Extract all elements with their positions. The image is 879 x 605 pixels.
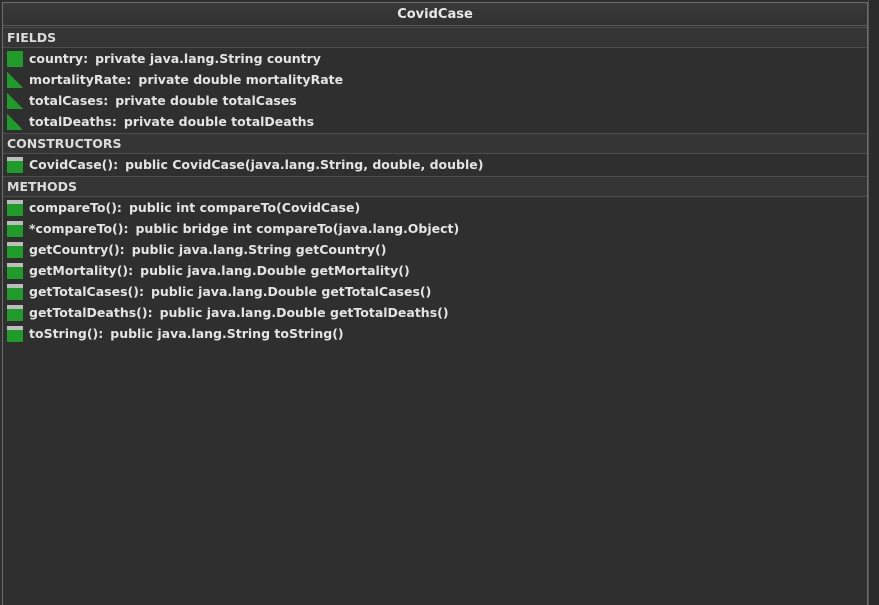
method-row-getTotalDeaths[interactable]: getTotalDeaths(): public java.lang.Doubl… [3,302,867,323]
method-row-compareTo[interactable]: compareTo(): public int compareTo(CovidC… [3,197,867,218]
method-row-getMortality[interactable]: getMortality(): public java.lang.Double … [3,260,867,281]
window-edge-gutter [868,0,879,605]
member-name: getCountry(): [29,242,125,257]
section-header-methods: METHODS [3,176,867,197]
member-name: mortalityRate: [29,72,132,87]
method-icon [7,220,23,237]
method-icon [7,199,23,216]
member-name: getTotalCases(): [29,284,144,299]
member-name: totalCases: [29,93,109,108]
member-signature: public java.lang.Double getTotalDeaths() [159,305,449,320]
field-row-totalCases[interactable]: totalCases: private double totalCases [3,90,867,111]
member-name: *compareTo(): [29,221,129,236]
constructor-row-CovidCase[interactable]: CovidCase(): public CovidCase(java.lang.… [3,154,867,175]
method-row-toString[interactable]: toString(): public java.lang.String toSt… [3,323,867,344]
class-inspector-window: CovidCase FIELDS country: private java.l… [2,2,868,605]
method-icon [7,283,23,300]
method-icon [7,304,23,321]
method-icon [7,262,23,279]
private-field-icon [7,71,23,88]
member-name: toString(): [29,326,104,341]
field-row-mortalityRate[interactable]: mortalityRate: private double mortalityR… [3,69,867,90]
member-name: compareTo(): [29,200,122,215]
method-icon [7,241,23,258]
member-name: totalDeaths: [29,114,117,129]
member-name: country: [29,51,89,66]
member-signature: public java.lang.Double getMortality() [140,263,410,278]
member-name: getMortality(): [29,263,134,278]
field-row-country[interactable]: country: private java.lang.String countr… [3,48,867,69]
section-header-constructors: CONSTRUCTORS [3,133,867,154]
member-signature: public bridge int compareTo(java.lang.Ob… [135,221,460,236]
member-name: CovidCase(): [29,157,119,172]
method-icon [7,325,23,342]
member-name: getTotalDeaths(): [29,305,153,320]
section-header-fields: FIELDS [3,27,867,48]
member-signature: public int compareTo(CovidCase) [128,200,361,215]
member-signature: public java.lang.Double getTotalCases() [150,284,432,299]
member-signature: public java.lang.String getCountry() [131,242,387,257]
member-signature: private double mortalityRate [138,72,344,87]
method-row-getTotalCases[interactable]: getTotalCases(): public java.lang.Double… [3,281,867,302]
private-field-icon [7,113,23,130]
private-field-icon [7,92,23,109]
constructor-icon [7,156,23,173]
method-row-getCountry[interactable]: getCountry(): public java.lang.String ge… [3,239,867,260]
member-signature: public java.lang.String toString() [110,326,344,341]
field-icon [7,50,23,67]
member-signature: private double totalCases [115,93,297,108]
window-title: CovidCase [3,3,867,26]
member-signature: private java.lang.String country [95,51,321,66]
member-signature: public CovidCase(java.lang.String, doubl… [125,157,484,172]
field-row-totalDeaths[interactable]: totalDeaths: private double totalDeaths [3,111,867,132]
member-signature: private double totalDeaths [123,114,315,129]
method-row-compareTo-bridge[interactable]: *compareTo(): public bridge int compareT… [3,218,867,239]
